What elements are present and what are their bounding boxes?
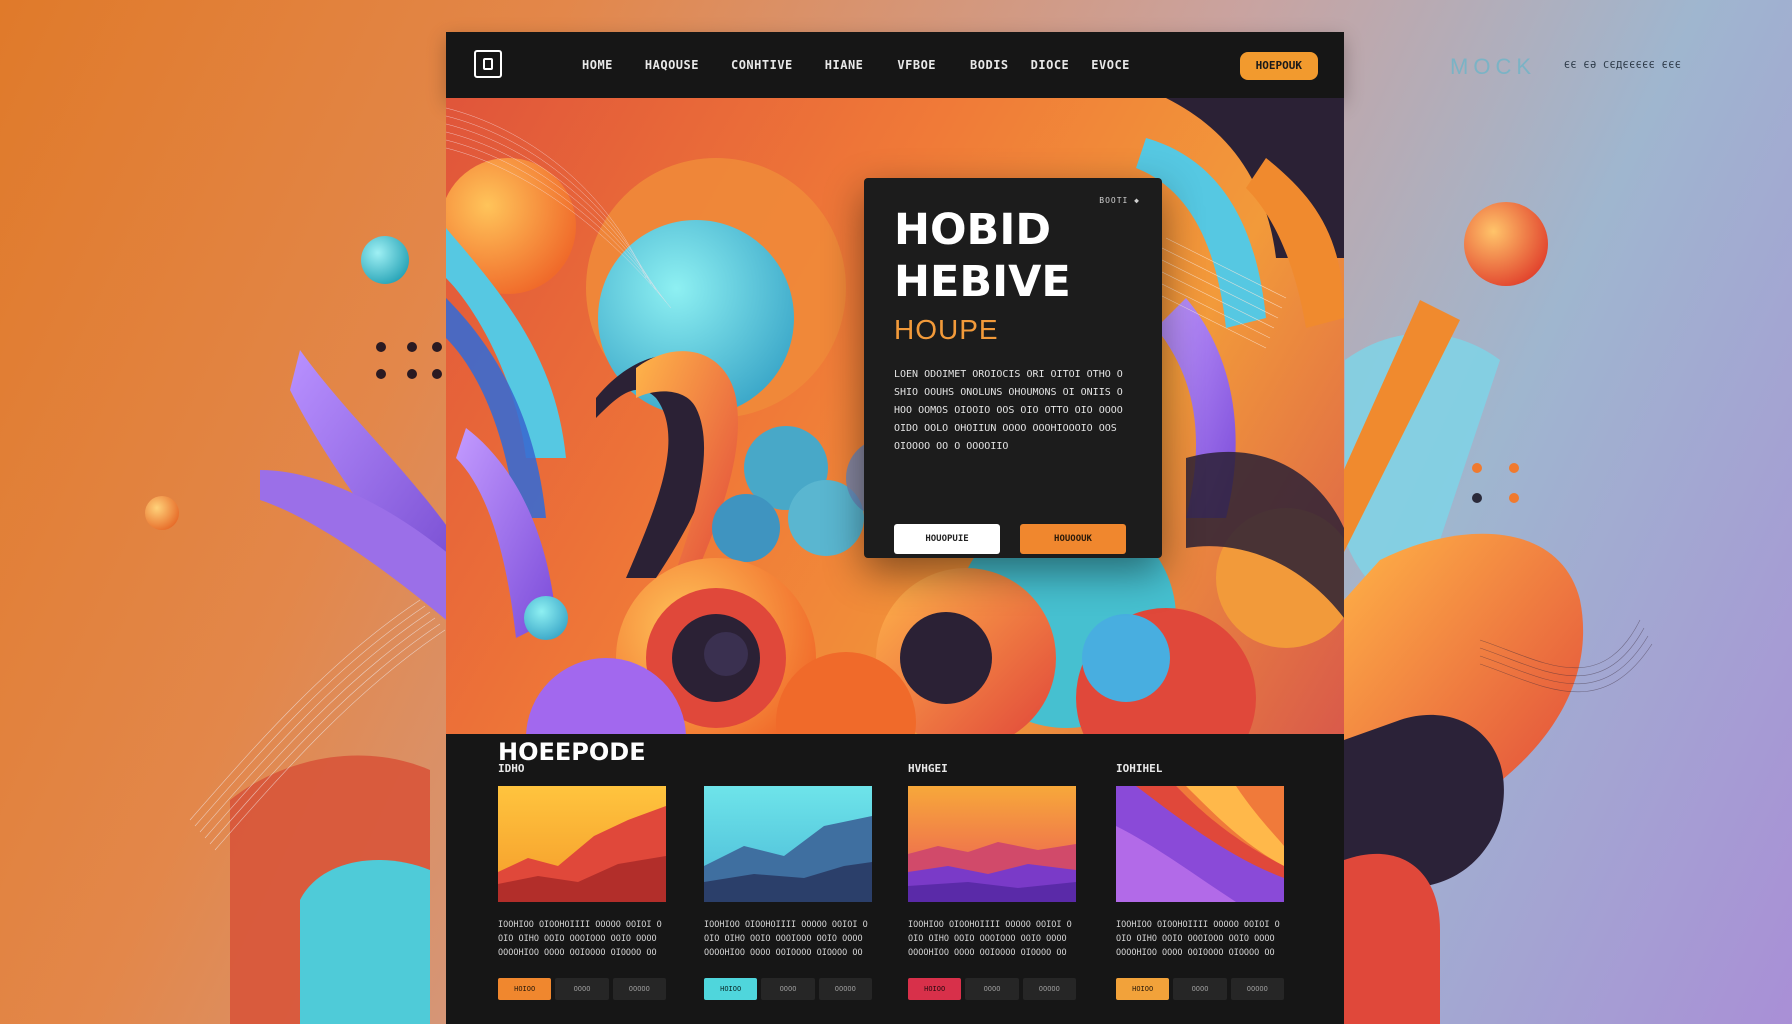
card-primary-button[interactable]: HOIOO <box>704 978 758 1000</box>
hero-section: BOOTI ◆ HOBID HEBIVE HOUPE LOEN ODOIMET … <box>446 98 1344 734</box>
card-secondary-button[interactable]: OOOO <box>965 978 1019 1000</box>
card-2[interactable]: IOOHIOO OIOOHOIIII OOOOO OOIOI OOIO OIHO… <box>704 762 872 1014</box>
nav-item-8[interactable]: EVOCE <box>1091 58 1130 72</box>
card-text: IOOHIOO OIOOHOIIII OOOOO OOIOI OOIO OIHO… <box>498 920 662 958</box>
card-secondary-button[interactable]: OOOO <box>1173 978 1227 1000</box>
hero-title: HOBID HEBIVE <box>894 204 1071 308</box>
card-primary-button[interactable]: HOIOO <box>1116 978 1170 1000</box>
card-tertiary-button[interactable]: OOOOO <box>818 978 872 1000</box>
card-secondary-button[interactable]: OOOO <box>761 978 815 1000</box>
card-3[interactable]: HVHGEI IOOHIOO OIOOHOIIII OOOOO OOIOI OO… <box>908 762 1076 1014</box>
nav-links: HOME HAQOUSE CONHTIVE HIANE VFBOE BODIS … <box>582 32 1130 98</box>
card-buttons: HOIOO OOOO OOOOO <box>1116 978 1284 1000</box>
nav-item-5[interactable]: VFBOE <box>897 58 936 72</box>
card-image <box>498 786 666 902</box>
hero-title-line-2: HEBIVE <box>894 257 1071 307</box>
card-primary-button[interactable]: HOIOO <box>498 978 552 1000</box>
card-primary-button[interactable]: HOIOO <box>908 978 962 1000</box>
top-nav: HOME HAQOUSE CONHTIVE HIANE VFBOE BODIS … <box>446 32 1344 98</box>
hero-tag: BOOTI ◆ <box>1099 196 1140 205</box>
card-image <box>908 786 1076 902</box>
hero-body-text: LOEN ODOIMET OROIOCIS ORI OITOI OTHO OSH… <box>894 369 1123 452</box>
card-tertiary-button[interactable]: OOOOO <box>1230 978 1284 1000</box>
hero-title-line-1: HOBID <box>894 205 1052 255</box>
card-tertiary-button[interactable]: OOOOO <box>612 978 666 1000</box>
card-tertiary-button[interactable]: OOOOO <box>1022 978 1076 1000</box>
nav-item-7[interactable]: DIOCE <box>1031 58 1070 72</box>
square-logo-icon[interactable] <box>474 50 502 78</box>
website-mockup: HOME HAQOUSE CONHTIVE HIANE VFBOE BODIS … <box>446 32 1344 1024</box>
mock-meta: ЄЄ ЄӘ СЄДЄЄЄЄЄ ЄЄЄ <box>1564 60 1682 71</box>
card-image <box>1116 786 1284 902</box>
card-label: HVHGEI <box>908 762 948 775</box>
card-text: IOOHIOO OIOOHOIIII OOOOO OOIOI OOIO OIHO… <box>908 920 1072 958</box>
card-buttons: HOIOO OOOO OOOOO <box>704 978 872 1000</box>
hero-primary-button[interactable]: HOUOPUIE <box>894 524 1000 554</box>
card-label: IOHIHEL <box>1116 762 1163 775</box>
card-secondary-button[interactable]: OOOO <box>555 978 609 1000</box>
nav-item-4[interactable]: HIANE <box>825 58 864 72</box>
card-1[interactable]: IDHO IOOHIOO OIOOHOIIII OOOOO OOIOI OOIO… <box>498 762 666 1014</box>
nav-item-3[interactable]: CONHTIVE <box>731 58 793 72</box>
nav-item-home[interactable]: HOME <box>582 58 613 72</box>
hero-subtitle: HOUPE <box>894 314 999 345</box>
card-label: IDHO <box>498 762 525 775</box>
hero-secondary-button[interactable]: HOUOOUK <box>1020 524 1126 554</box>
card-text: IOOHIOO OIOOHOIIII OOOOO OOIOI OOIO OIHO… <box>1116 920 1280 958</box>
mock-label: MOCK <box>1450 54 1536 79</box>
card-image <box>704 786 872 902</box>
card-4[interactable]: IOHIHEL IOOHIOO OIOOHOIIII OOOOO OOIOI O… <box>1116 762 1284 1014</box>
card-text: IOOHIOO OIOOHOIIII OOOOO OOIOI OOIO OIHO… <box>704 920 868 958</box>
hero-card: BOOTI ◆ HOBID HEBIVE HOUPE LOEN ODOIMET … <box>864 178 1162 558</box>
cards-section: HOEEPODE IDHO IOOHIOO OIOOHOIIII OOOOO O… <box>446 734 1344 1024</box>
nav-item-6[interactable]: BODIS <box>970 58 1009 72</box>
card-buttons: HOIOO OOOO OOOOO <box>908 978 1076 1000</box>
nav-item-2[interactable]: HAQOUSE <box>645 58 699 72</box>
card-buttons: HOIOO OOOO OOOOO <box>498 978 666 1000</box>
nav-cta-button[interactable]: HOEPOUK <box>1239 52 1318 80</box>
